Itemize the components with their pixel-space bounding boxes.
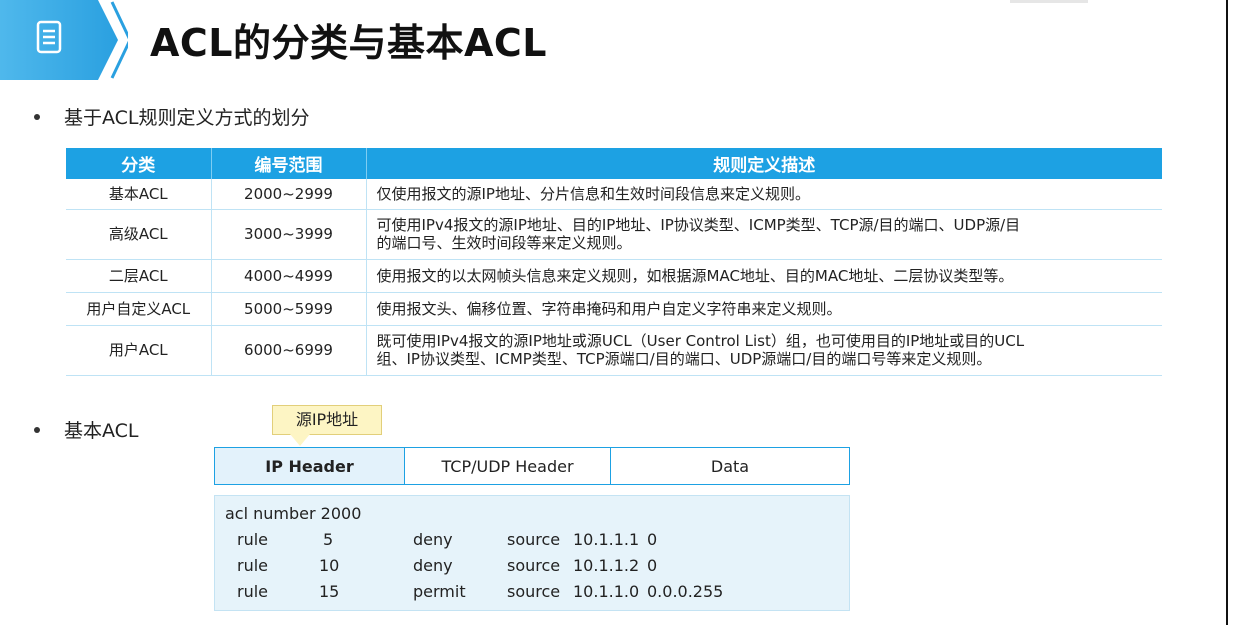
cell-range: 2000~2999 bbox=[211, 179, 367, 210]
title-banner bbox=[0, 0, 128, 80]
bullet-text: 基于ACL规则定义方式的划分 bbox=[64, 107, 310, 129]
config-header-line: acl number 2000 bbox=[225, 504, 362, 523]
cell-category: 二层ACL bbox=[66, 259, 212, 293]
rule-id: 5 bbox=[323, 530, 334, 549]
table-row: 基本ACL 2000~2999 仅使用报文的源IP地址、分片信息和生效时间段信息… bbox=[66, 179, 1162, 210]
rule-id: 10 bbox=[319, 556, 340, 575]
cell-range: 5000~5999 bbox=[211, 292, 367, 326]
header-description: 规则定义描述 bbox=[366, 148, 1162, 179]
desc-line: 仅使用报文的源IP地址、分片信息和生效时间段信息来定义规则。 bbox=[376, 184, 810, 203]
cell-description: 使用报文的以太网帧头信息来定义规则，如根据源MAC地址、目的MAC地址、二层协议… bbox=[366, 259, 1162, 293]
cell-range: 6000~6999 bbox=[211, 325, 367, 376]
rule-wildcard: 0 bbox=[647, 530, 658, 549]
cell-category: 用户ACL bbox=[66, 325, 212, 376]
cell-category: 高级ACL bbox=[66, 209, 212, 260]
cell-description: 可使用IPv4报文的源IP地址、目的IP地址、IP协议类型、ICMP类型、TCP… bbox=[366, 209, 1162, 260]
rule-action: deny bbox=[413, 556, 453, 575]
header-range: 编号范围 bbox=[211, 148, 367, 179]
cell-category: 用户自定义ACL bbox=[66, 292, 212, 326]
acl-classification-table: 分类 编号范围 规则定义描述 基本ACL 2000~2999 仅使用报文的源IP… bbox=[66, 148, 1162, 376]
tcp-udp-header-segment: TCP/UDP Header bbox=[405, 448, 611, 484]
cell-range: 3000~3999 bbox=[211, 209, 367, 260]
desc-line: 使用报文的以太网帧头信息来定义规则，如根据源MAC地址、目的MAC地址、二层协议… bbox=[376, 266, 1014, 285]
rule-address: 10.1.1.2 bbox=[573, 556, 640, 575]
cell-category: 基本ACL bbox=[66, 179, 212, 210]
desc-line: 使用报文头、偏移位置、字符串掩码和用户自定义字符串来定义规则。 bbox=[376, 299, 842, 318]
table-row: 高级ACL 3000~3999 可使用IPv4报文的源IP地址、目的IP地址、I… bbox=[66, 209, 1162, 260]
rule-wildcard: 0 bbox=[647, 556, 658, 575]
source-ip-callout: 源IP地址 bbox=[272, 405, 382, 435]
ip-header-segment: IP Header bbox=[215, 448, 405, 484]
rule-action: deny bbox=[413, 530, 453, 549]
desc-line: 组、IP协议类型、ICMP类型、TCP源端口/目的端口、UDP源端口/目的端口号… bbox=[376, 350, 992, 368]
cell-description: 既可使用IPv4报文的源IP地址或源UCL（User Control List）… bbox=[366, 325, 1162, 376]
rule-id: 15 bbox=[319, 582, 340, 601]
rule-address: 10.1.1.1 bbox=[573, 530, 640, 549]
rule-source-keyword: source bbox=[507, 582, 561, 601]
header-category: 分类 bbox=[66, 148, 212, 179]
bullet-dot bbox=[34, 114, 40, 120]
rule-keyword: rule bbox=[237, 530, 269, 549]
document-list-icon bbox=[36, 20, 62, 54]
rule-wildcard: 0.0.0.255 bbox=[647, 582, 724, 601]
slide-right-border bbox=[1226, 0, 1228, 625]
desc-line: 既可使用IPv4报文的源IP地址或源UCL（User Control List）… bbox=[376, 332, 1025, 350]
desc-line: 的端口号、生效时间段等来定义规则。 bbox=[376, 234, 632, 252]
table-row: 二层ACL 4000~4999 使用报文的以太网帧头信息来定义规则，如根据源MA… bbox=[66, 259, 1162, 293]
callout-pointer bbox=[290, 434, 310, 446]
data-segment: Data bbox=[710, 456, 750, 476]
rule-keyword: rule bbox=[237, 582, 269, 601]
bullet-text: 基本ACL bbox=[64, 420, 139, 442]
cell-description: 使用报文头、偏移位置、字符串掩码和用户自定义字符串来定义规则。 bbox=[366, 292, 1162, 326]
table-header-row: 分类 编号范围 规则定义描述 bbox=[66, 148, 1162, 179]
cell-range: 4000~4999 bbox=[211, 259, 367, 293]
table-row: 用户ACL 6000~6999 既可使用IPv4报文的源IP地址或源UCL（Us… bbox=[66, 325, 1162, 376]
table-row: 用户自定义ACL 5000~5999 使用报文头、偏移位置、字符串掩码和用户自定… bbox=[66, 292, 1162, 326]
packet-structure: IP Header TCP/UDP Header Data bbox=[214, 447, 850, 485]
rule-source-keyword: source bbox=[507, 556, 561, 575]
rule-address: 10.1.1.0 bbox=[573, 582, 640, 601]
desc-line: 可使用IPv4报文的源IP地址、目的IP地址、IP协议类型、ICMP类型、TCP… bbox=[376, 216, 1021, 234]
top-corner-mark bbox=[1010, 0, 1088, 3]
rule-source-keyword: source bbox=[507, 530, 561, 549]
page-title: ACL的分类与基本ACL bbox=[150, 21, 548, 65]
cell-description: 仅使用报文的源IP地址、分片信息和生效时间段信息来定义规则。 bbox=[366, 179, 1162, 210]
rule-keyword: rule bbox=[237, 556, 269, 575]
bullet-dot bbox=[34, 427, 40, 433]
acl-config-block: acl number 2000 rule 5 deny source 10.1.… bbox=[214, 495, 850, 611]
bullet-basic-acl: 基本ACL bbox=[34, 416, 139, 443]
rule-action: permit bbox=[413, 582, 466, 601]
bullet-classification: 基于ACL规则定义方式的划分 bbox=[34, 103, 310, 130]
